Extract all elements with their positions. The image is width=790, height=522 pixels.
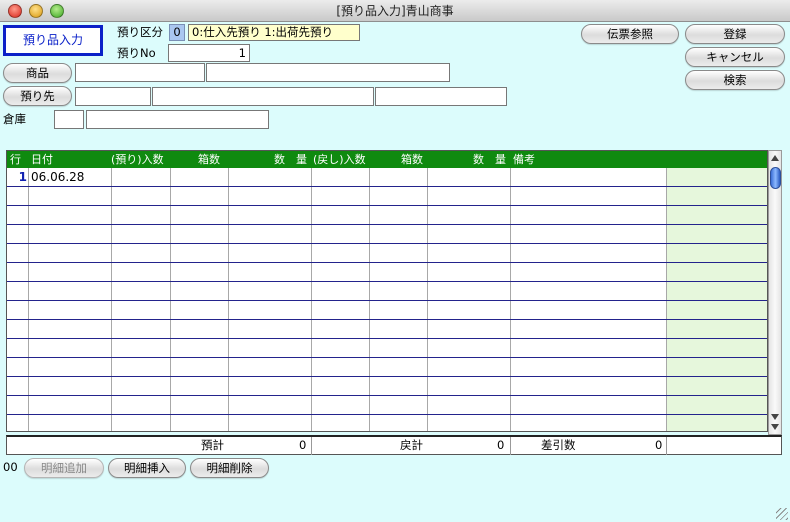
table-row[interactable] (7, 377, 767, 396)
return-total-value: 0 (497, 438, 505, 452)
kubun-description: 0:仕入先預り 1:出荷先預り (188, 24, 360, 41)
table-header: 行 日付 (預り)入数 箱数 数 量 (戻し)入数 箱数 数 量 備考 (7, 151, 767, 168)
customer-button[interactable]: 預り先 (3, 86, 72, 106)
difference-label: 差引数 (541, 438, 576, 452)
table-row[interactable] (7, 187, 767, 206)
detail-table: 行 日付 (預り)入数 箱数 数 量 (戻し)入数 箱数 数 量 備考 1 06.… (6, 150, 768, 432)
totals-divider (311, 437, 312, 455)
kubun-label: 預り区分 (117, 25, 163, 39)
table-row[interactable]: 1 06.06.28 (7, 168, 767, 187)
header-row: 行 (10, 153, 21, 166)
scroll-down-icon[interactable] (771, 414, 779, 420)
title-bar: [預り品入力]青山商事 (0, 0, 790, 22)
return-total-label: 戻計 (400, 438, 423, 452)
close-icon[interactable] (8, 4, 22, 18)
deposit-no-label: 預りNo (117, 46, 156, 60)
delete-line-button[interactable]: 明細削除 (190, 458, 269, 478)
difference-value: 0 (655, 438, 663, 452)
table-row[interactable] (7, 358, 767, 377)
product-code-field[interactable] (75, 63, 205, 82)
mode-indicator: 預り品入力 (3, 25, 103, 56)
table-row[interactable] (7, 396, 767, 415)
totals-divider (510, 437, 511, 455)
header-memo: 備考 (513, 153, 535, 166)
table-row[interactable] (7, 263, 767, 282)
scroll-up-icon[interactable] (771, 155, 779, 161)
header-return-qty-per-box: (戻し)入数 (313, 153, 366, 166)
zoom-icon[interactable] (50, 4, 64, 18)
window-title: [預り品入力]青山商事 (336, 4, 454, 18)
table-row[interactable] (7, 320, 767, 339)
totals-divider (666, 437, 667, 455)
customer-code-field[interactable] (75, 87, 151, 106)
scroll-down-icon[interactable] (771, 424, 779, 430)
minimize-icon[interactable] (29, 4, 43, 18)
warehouse-code-field[interactable] (54, 110, 84, 129)
table-row[interactable] (7, 206, 767, 225)
insert-line-button[interactable]: 明細挿入 (108, 458, 186, 478)
deposit-no-field[interactable]: 1 (168, 44, 250, 62)
search-button[interactable]: 検索 (685, 70, 785, 90)
slip-reference-button[interactable]: 伝票参照 (581, 24, 679, 44)
header-deposit-qty-per-box: (預り)入数 (111, 153, 164, 166)
app-window: [預り品入力]青山商事 預り品入力 預り区分 0 0:仕入先預り 1:出荷先預り… (0, 0, 790, 522)
warehouse-name-field[interactable] (86, 110, 269, 129)
customer-extra-field[interactable] (375, 87, 507, 106)
table-row[interactable] (7, 225, 767, 244)
customer-name-field[interactable] (152, 87, 374, 106)
add-line-button[interactable]: 明細追加 (24, 458, 104, 478)
header-deposit-boxes: 箱数 (198, 153, 220, 166)
table-scrollbar[interactable] (768, 150, 782, 435)
header-deposit-quantity: 数 量 (274, 153, 307, 166)
table-row[interactable] (7, 301, 767, 320)
line-counter: 00 (3, 460, 18, 474)
resize-grip-icon[interactable] (776, 508, 788, 520)
kubun-code-field[interactable]: 0 (169, 24, 185, 41)
table-row[interactable] (7, 339, 767, 358)
cancel-button[interactable]: キャンセル (685, 47, 785, 67)
table-row[interactable] (7, 282, 767, 301)
scroll-thumb[interactable] (770, 167, 781, 189)
product-name-field[interactable] (206, 63, 450, 82)
totals-bar: 預計 0 戻計 0 差引数 0 (6, 435, 782, 455)
deposit-total-label: 預計 (201, 438, 224, 452)
header-return-quantity: 数 量 (473, 153, 506, 166)
table-row[interactable] (7, 244, 767, 263)
product-button[interactable]: 商品 (3, 63, 72, 83)
header-date: 日付 (31, 153, 53, 166)
warehouse-label: 倉庫 (3, 112, 26, 126)
register-button[interactable]: 登録 (685, 24, 785, 44)
deposit-total-value: 0 (299, 438, 307, 452)
header-return-boxes: 箱数 (401, 153, 423, 166)
